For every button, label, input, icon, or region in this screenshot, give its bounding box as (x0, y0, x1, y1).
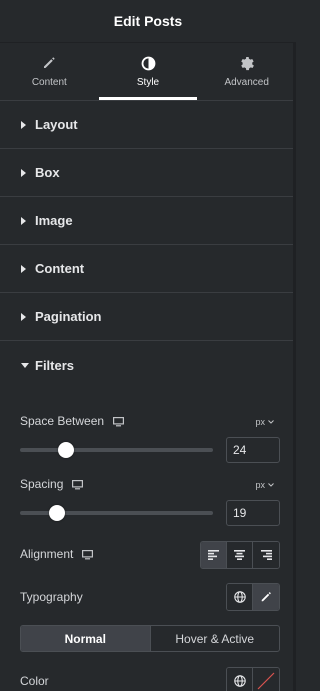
globe-icon (233, 675, 246, 687)
alignment-group (200, 541, 280, 569)
desktop-icon[interactable] (113, 416, 125, 426)
tab-hover-active[interactable]: Hover & Active (149, 626, 280, 651)
space-between-input[interactable] (226, 437, 280, 463)
panel-tabs: Content Style Advanced (0, 43, 296, 101)
pencil-icon (261, 592, 271, 602)
section-label: Content (35, 261, 85, 276)
caret-right-icon (21, 216, 29, 225)
panel-header: Edit Posts (0, 0, 296, 43)
caret-right-icon (21, 264, 29, 273)
slider-thumb[interactable] (58, 442, 75, 458)
spacing-text: Spacing (20, 477, 64, 491)
space-between-label: Space Between (20, 414, 125, 428)
caret-down-icon (21, 362, 29, 368)
align-left-button[interactable] (201, 542, 227, 568)
global-typography-button[interactable] (227, 584, 253, 610)
typography-controls (226, 583, 280, 611)
slider-thumb[interactable] (48, 505, 65, 521)
desktop-icon[interactable] (82, 549, 94, 559)
unit-select[interactable]: px (255, 480, 274, 490)
unit-label: px (255, 480, 265, 490)
tab-style-label: Style (136, 77, 160, 88)
section-label: Filters (35, 357, 75, 373)
align-left-icon (208, 550, 219, 560)
color-label: Color (20, 674, 49, 688)
section-layout[interactable]: Layout (0, 101, 296, 149)
section-label: Image (35, 213, 73, 228)
global-color-button[interactable] (227, 668, 253, 691)
chevron-down-icon (268, 420, 274, 424)
panel-title: Edit Posts (113, 13, 183, 29)
contrast-icon (140, 55, 156, 71)
desktop-icon[interactable] (72, 479, 84, 489)
section-box[interactable]: Box (0, 149, 296, 197)
align-center-button[interactable] (227, 542, 253, 568)
caret-right-icon (21, 312, 29, 321)
tab-style[interactable]: Style (98, 43, 198, 100)
edit-typography-button[interactable] (253, 584, 279, 610)
typography-text: Typography (20, 590, 83, 604)
caret-right-icon (21, 120, 29, 129)
tab-normal[interactable]: Normal (21, 626, 150, 651)
chevron-down-icon (268, 483, 274, 487)
typography-label: Typography (20, 590, 83, 604)
section-filters[interactable]: Filters (0, 341, 296, 389)
tab-advanced[interactable]: Advanced (197, 43, 296, 100)
section-label: Layout (35, 117, 78, 132)
align-center-icon (234, 550, 245, 560)
pencil-icon (41, 55, 57, 71)
color-picker-swatch[interactable] (253, 668, 279, 691)
align-right-button[interactable] (253, 542, 279, 568)
unit-select[interactable]: px (255, 417, 274, 427)
section-pagination[interactable]: Pagination (0, 293, 296, 341)
state-tabs: Normal Hover & Active (20, 625, 280, 652)
no-color-icon (257, 672, 275, 690)
color-controls (226, 667, 280, 691)
space-between-slider[interactable] (20, 442, 213, 458)
globe-icon (233, 591, 246, 603)
alignment-label: Alignment (20, 547, 94, 561)
section-image[interactable]: Image (0, 197, 296, 245)
tab-content[interactable]: Content (0, 43, 99, 100)
tab-advanced-label: Advanced (224, 77, 269, 88)
spacing-input[interactable] (226, 500, 280, 526)
section-content[interactable]: Content (0, 245, 296, 293)
spacing-slider[interactable] (20, 505, 213, 521)
alignment-text: Alignment (20, 547, 74, 561)
caret-right-icon (21, 168, 29, 177)
gear-icon (239, 55, 255, 71)
section-label: Box (35, 165, 60, 180)
color-text: Color (20, 674, 49, 688)
unit-label: px (255, 417, 265, 427)
scrollbar[interactable] (293, 43, 296, 691)
section-label: Pagination (35, 309, 102, 324)
space-between-text: Space Between (20, 414, 105, 428)
spacing-label: Spacing (20, 477, 84, 491)
align-right-icon (260, 550, 272, 560)
tab-content-label: Content (31, 77, 67, 88)
